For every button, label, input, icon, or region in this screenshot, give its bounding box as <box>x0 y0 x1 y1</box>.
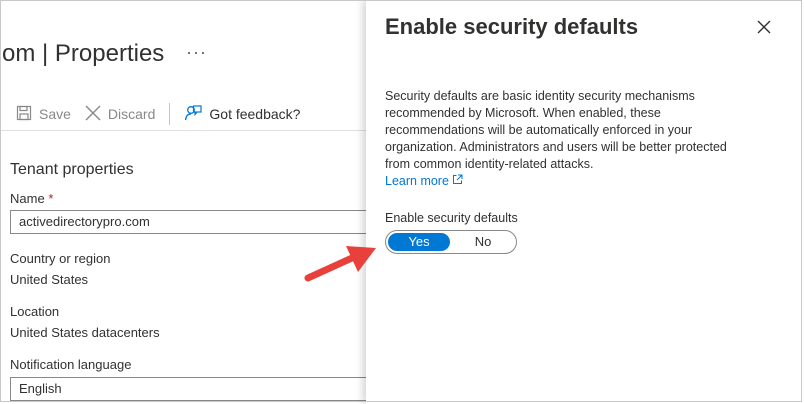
screenshot-border <box>0 0 802 402</box>
